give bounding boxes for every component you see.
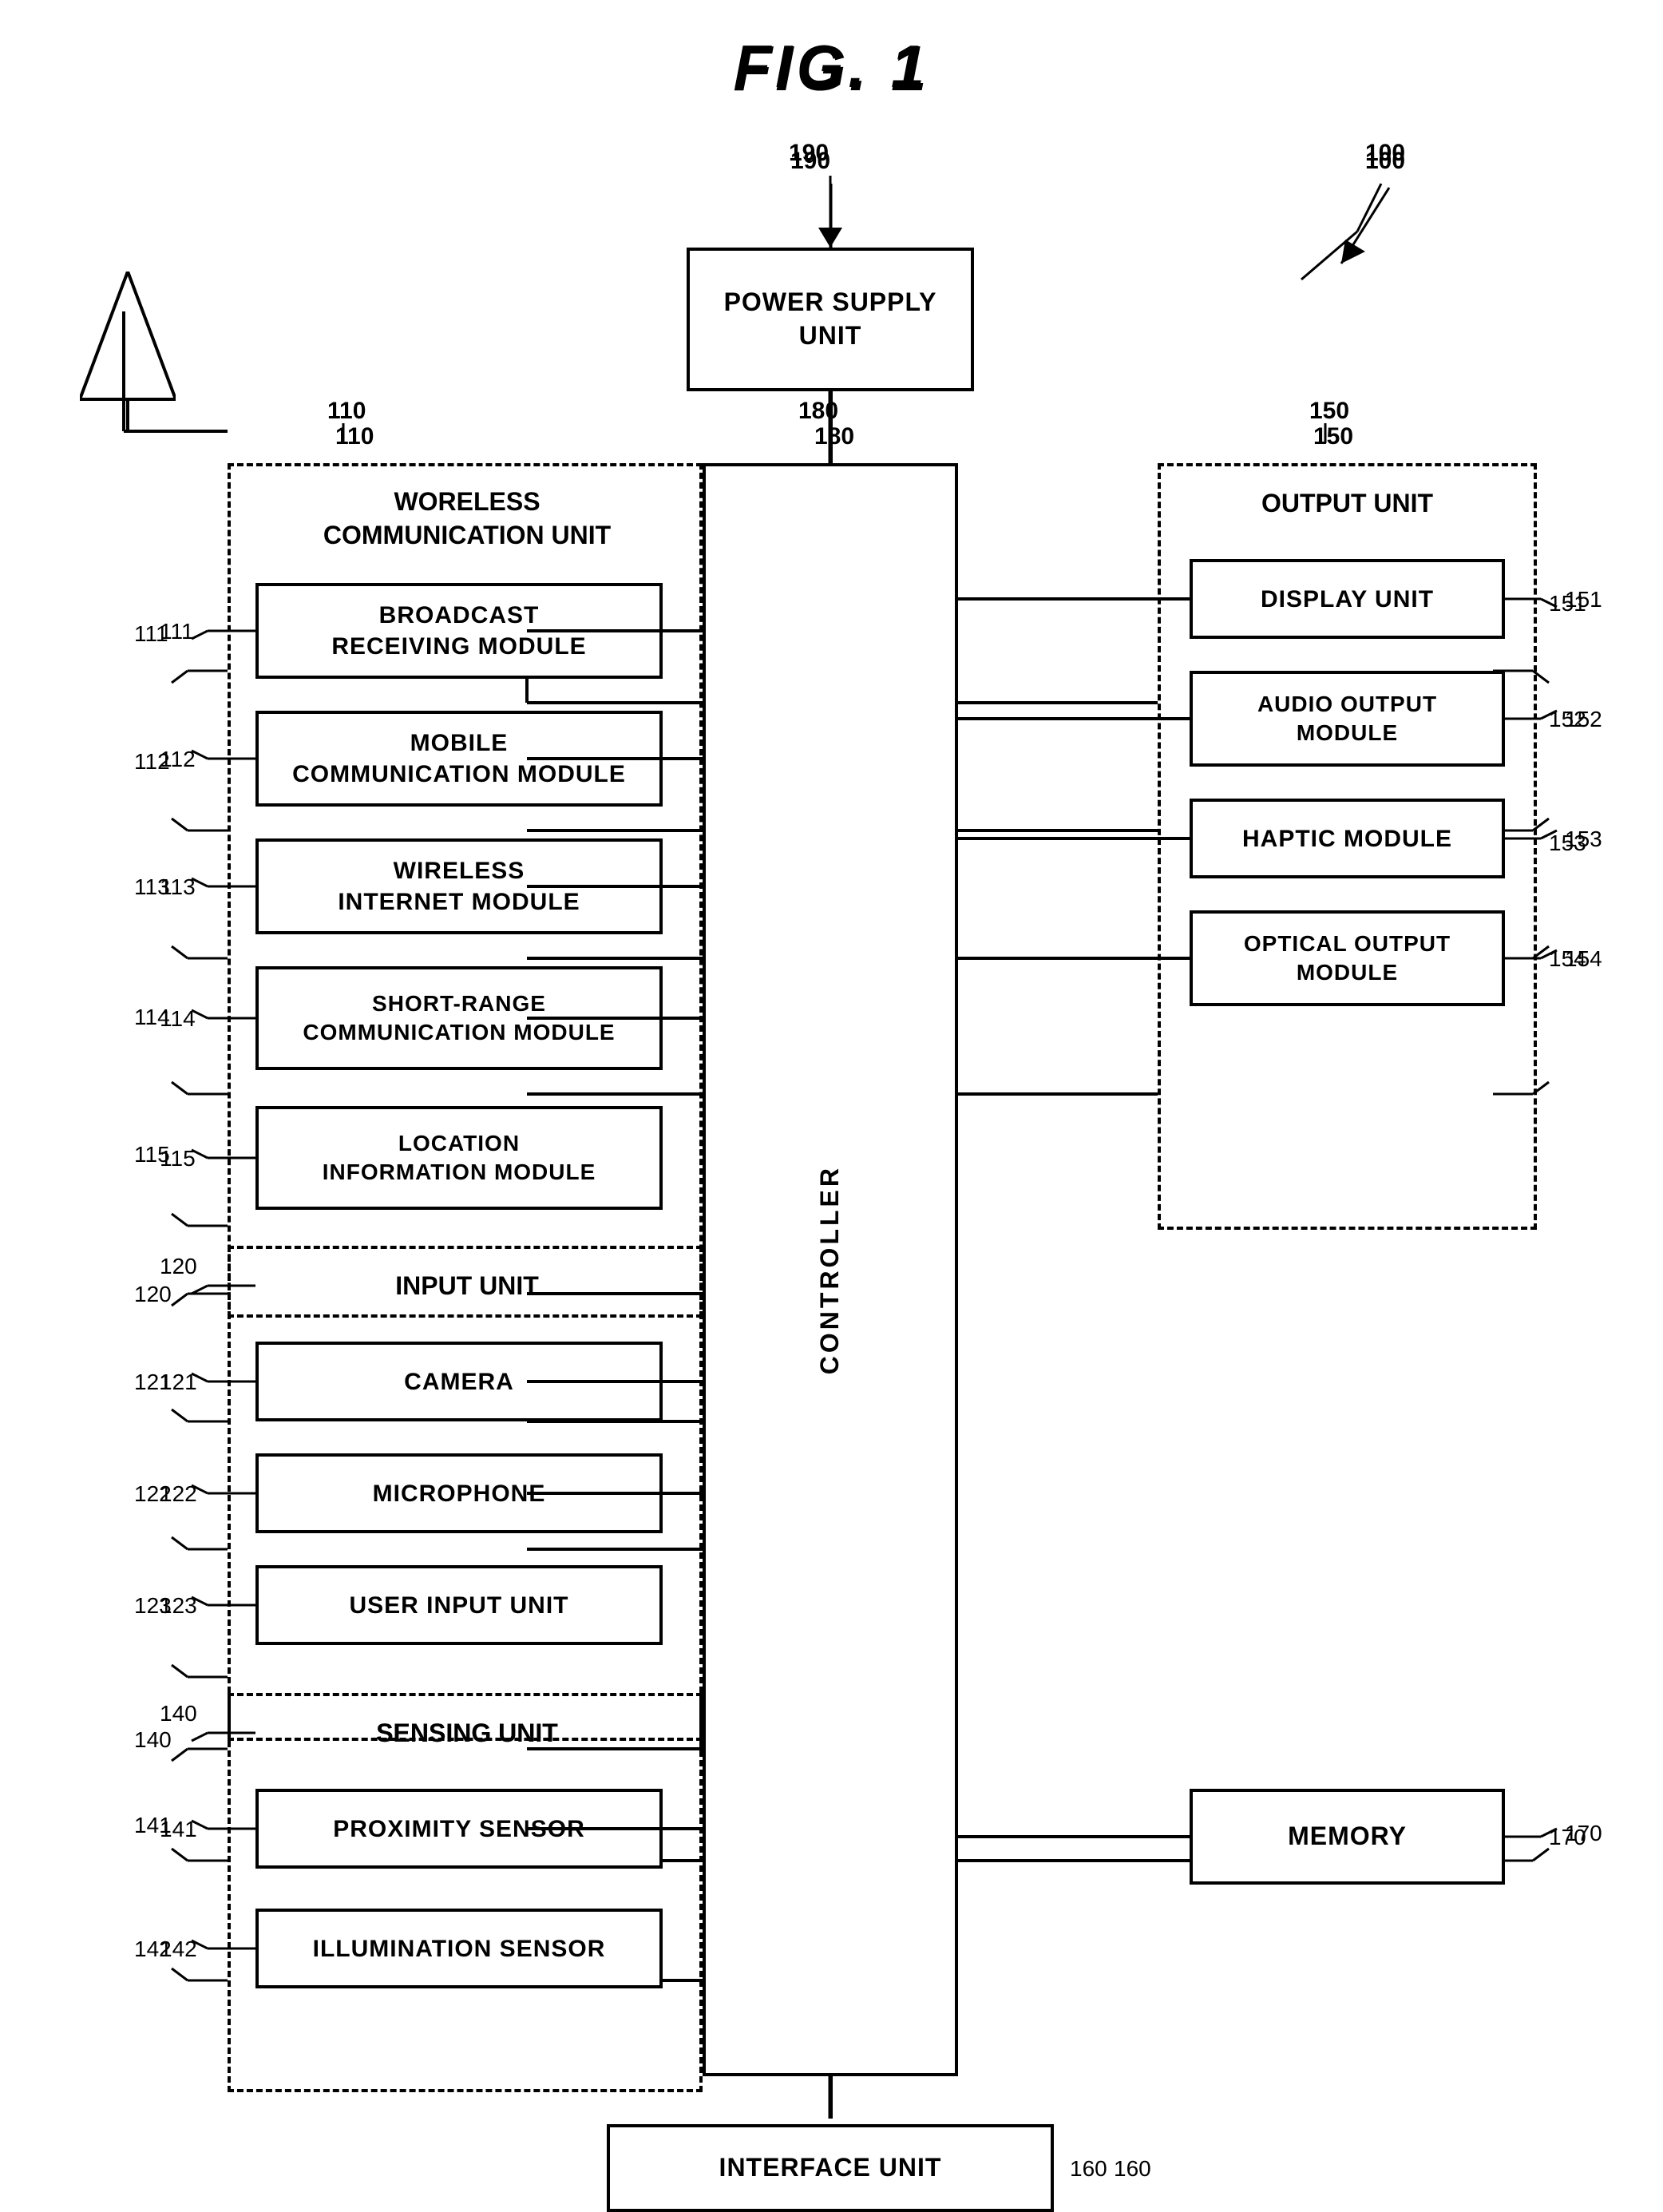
ref-123-label: 123 <box>134 1593 172 1619</box>
mobile-comm-box: MOBILECOMMUNICATION MODULE <box>255 711 663 807</box>
ref-110: 110 <box>335 423 374 450</box>
sensing-unit-header: SENSING UNIT <box>263 1705 671 1761</box>
ref-141-label: 141 <box>134 1813 172 1838</box>
ref-121-label: 121 <box>134 1370 172 1395</box>
memory-box: MEMORY <box>1190 1789 1505 1885</box>
ref-153-label: 153 <box>1565 827 1602 852</box>
output-unit-label: OUTPUT UNIT <box>1190 471 1505 535</box>
power-supply-box: POWER SUPPLYUNIT <box>687 248 974 391</box>
wireless-comm-label: WORELESSCOMMUNICATION UNIT <box>263 479 671 559</box>
ref-140-label: 140 <box>134 1727 172 1753</box>
ref-114-label: 114 <box>134 1005 170 1030</box>
ref-160: 160 <box>1070 2156 1107 2182</box>
ref-122-label: 122 <box>134 1481 172 1507</box>
input-unit-label: INPUT UNIT <box>263 1254 671 1318</box>
short-range-box: SHORT-RANGECOMMUNICATION MODULE <box>255 966 663 1070</box>
ref-180: 180 <box>814 423 854 450</box>
ref-110-label: 110 <box>327 398 366 425</box>
microphone-box: MICROPHONE <box>255 1453 663 1533</box>
ref-120-label: 120 <box>134 1282 172 1307</box>
ref-142-label: 142 <box>134 1936 172 1962</box>
ref-115-label: 115 <box>134 1142 170 1167</box>
ref-120: 120 <box>160 1254 197 1279</box>
ref-140: 140 <box>160 1701 197 1726</box>
ref-113-label: 113 <box>134 874 170 900</box>
illumination-box: ILLUMINATION SENSOR <box>255 1909 663 1988</box>
camera-box: CAMERA <box>255 1342 663 1421</box>
broadcast-box: BROADCASTRECEIVING MODULE <box>255 583 663 679</box>
ref-151-label: 151 <box>1565 587 1602 612</box>
wireless-internet-box: WIRELESSINTERNET MODULE <box>255 838 663 934</box>
antenna-icon <box>80 272 176 431</box>
ref-111-label: 111 <box>134 621 168 647</box>
ref-190-label: 190 <box>789 140 829 167</box>
ref-112-label: 112 <box>134 749 170 775</box>
fig-title: FIG. 1 <box>734 32 929 101</box>
ref-180-label: 180 <box>798 398 838 425</box>
location-info-box: LOCATIONINFORMATION MODULE <box>255 1106 663 1210</box>
ref-150: 150 <box>1313 423 1353 450</box>
optical-output-box: OPTICAL OUTPUTMODULE <box>1190 910 1505 1006</box>
haptic-module-box: HAPTIC MODULE <box>1190 799 1505 878</box>
ref-150-label: 150 <box>1309 398 1349 425</box>
controller-box: CONTROLLER <box>703 463 958 2076</box>
proximity-box: PROXIMITY SENSOR <box>255 1789 663 1869</box>
interface-unit-box: INTERFACE UNIT <box>607 2124 1054 2212</box>
ref-154-label: 154 <box>1565 946 1602 972</box>
ref-160-label: 160 <box>1114 2156 1151 2182</box>
ref-152-label: 152 <box>1565 707 1602 732</box>
ref-100-label: 100 <box>1365 140 1405 167</box>
audio-output-box: AUDIO OUTPUTMODULE <box>1190 671 1505 767</box>
display-unit-box: DISPLAY UNIT <box>1190 559 1505 639</box>
ref-170-label: 170 <box>1565 1821 1602 1846</box>
diagram-container: FIG. 1 <box>0 0 1663 2119</box>
user-input-box: USER INPUT UNIT <box>255 1565 663 1645</box>
